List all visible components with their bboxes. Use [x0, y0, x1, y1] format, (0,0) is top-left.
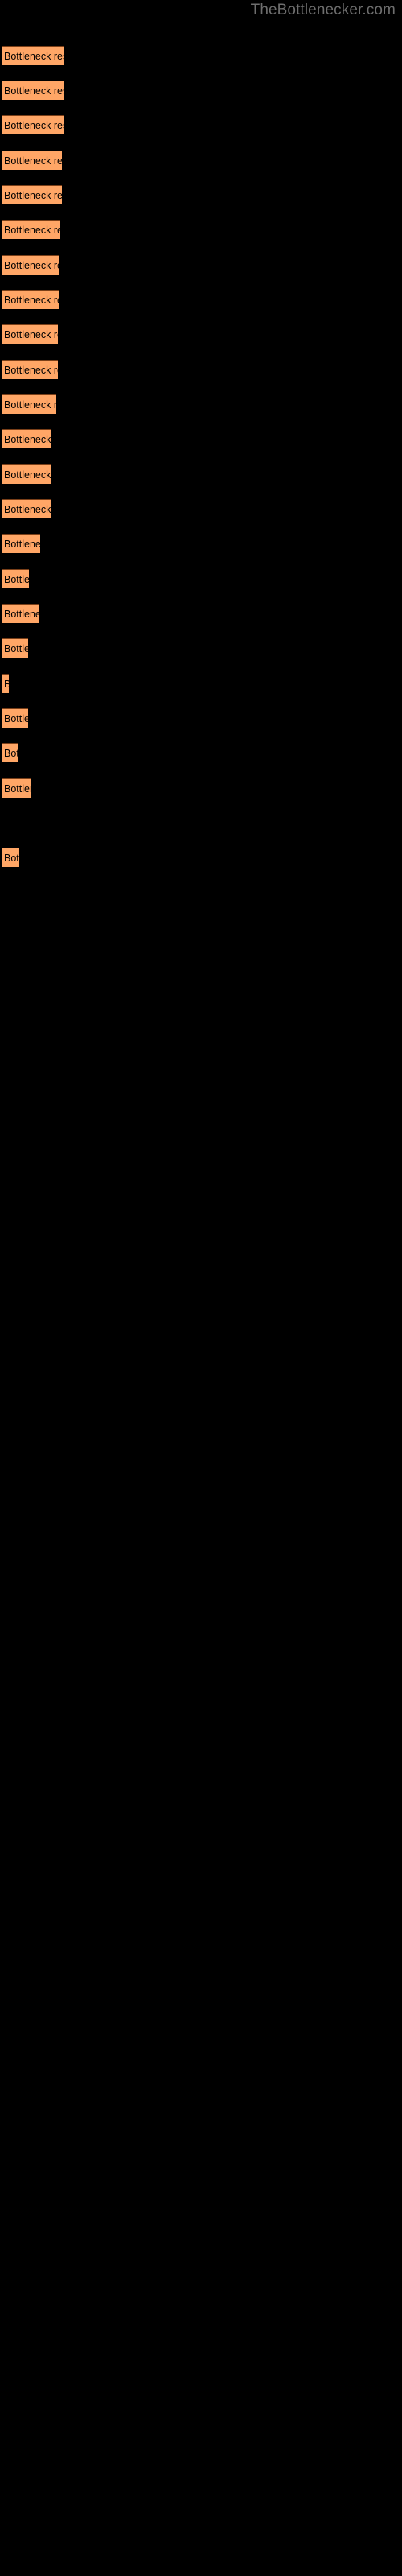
bar-row: Bottleneck result: [0, 290, 402, 309]
bar-row: Bottleneck result: [0, 464, 402, 484]
bar-row: Bottleneck result: [0, 255, 402, 275]
bar: Bottleneck result: [2, 360, 58, 379]
bar: Bottleneck result: [2, 324, 58, 344]
bar-row: Bottleneck result: [0, 743, 402, 762]
bar-label: Bottleneck result: [4, 608, 39, 620]
bar-label: Bottleneck result: [4, 642, 28, 654]
bar: Bottleneck result: [2, 464, 51, 484]
bar-label: Bottleneck result: [4, 852, 19, 864]
bar-label: Bottleneck result: [4, 503, 51, 515]
bar-row: Bottleneck result: [0, 848, 402, 867]
bar: Bottleneck result: [2, 499, 51, 518]
bar-row: Bottleneck result: [0, 674, 402, 693]
bar-row: Bottleneck result: [0, 638, 402, 658]
site-watermark: TheBottlenecker.com: [250, 2, 396, 19]
bar: Bottleneck result: [2, 151, 62, 170]
bar-label: Bottleneck result: [4, 469, 51, 481]
bar-row: Bottleneck result: [0, 46, 402, 65]
bar-row: Bottleneck result: [0, 360, 402, 379]
bar-label: Bottleneck result: [4, 679, 9, 689]
bar: Bottleneck result: [2, 569, 29, 588]
bar-label: Bottleneck result: [4, 85, 64, 97]
bar-label: Bottleneck result: [4, 747, 18, 759]
bar-label: Bottleneck result: [4, 782, 31, 795]
bar-row: Bottleneck result: [0, 220, 402, 239]
bar-row: Bottleneck result: [0, 778, 402, 798]
bar-row: Bottleneck result: [0, 534, 402, 553]
bar: Bottleneck result: [2, 255, 59, 275]
bar: Bottleneck result: [2, 394, 56, 414]
bar-label: Bottleneck result: [4, 224, 60, 236]
bar-row: Bottleneck result: [0, 429, 402, 448]
bar: Bottleneck result: [2, 80, 64, 100]
bar-row: Bottleneck result: [0, 324, 402, 344]
bar: Bottleneck result: [2, 638, 28, 658]
bar-label: Bottleneck result: [4, 712, 28, 724]
bar-row: Bottleneck result: [0, 499, 402, 518]
bar-label: Bottleneck result: [4, 328, 58, 341]
bar-label: Bottleneck result: [4, 538, 40, 550]
bar: Bottleneck result: [2, 674, 9, 693]
bar-row: Bottleneck result: [0, 151, 402, 170]
bar: Bottleneck result: [2, 429, 51, 448]
bar-label: Bottleneck result: [4, 294, 59, 306]
bar-row: Bottleneck result: [0, 708, 402, 728]
bar-row: Bottleneck result: [0, 185, 402, 204]
bar: Bottleneck result: [2, 743, 18, 762]
bar-label: Bottleneck result: [4, 189, 62, 201]
bar-label: Bottleneck result: [4, 259, 59, 271]
bar-label: Bottleneck result: [4, 573, 29, 585]
bar-label: Bottleneck result: [4, 155, 62, 167]
bar-row: Bottleneck result: [0, 569, 402, 588]
bar-row: Bottleneck result: [0, 80, 402, 100]
bar-label: Bottleneck result: [4, 398, 56, 411]
bar: Bottleneck result: [2, 708, 28, 728]
bar-label: Bottleneck result: [4, 119, 64, 131]
bar: Bottleneck result: [2, 220, 60, 239]
bar-row: Bottleneck result: [0, 394, 402, 414]
bar: Bottleneck result: [2, 290, 59, 309]
bar-label: Bottleneck result: [4, 433, 51, 445]
bar: Bottleneck result: [2, 115, 64, 134]
bar: Bottleneck result: [2, 185, 62, 204]
bar: Bottleneck result: [2, 46, 64, 65]
bottleneck-bar-chart: TheBottlenecker.com Bottleneck result Bot…: [0, 0, 402, 2576]
bar: Bottleneck result: [2, 604, 39, 623]
bar: Bottleneck result: [2, 534, 40, 553]
bar-row: Bottleneck result: [0, 604, 402, 623]
bar-label: Bottleneck result: [4, 50, 64, 62]
bar: Bottleneck result: [2, 848, 19, 867]
bar-row: Bottleneck result: [0, 115, 402, 134]
bar: Bottleneck result: [2, 778, 31, 798]
bar-row: Bottleneck result: [0, 813, 402, 832]
bar-label: Bottleneck result: [4, 364, 58, 376]
